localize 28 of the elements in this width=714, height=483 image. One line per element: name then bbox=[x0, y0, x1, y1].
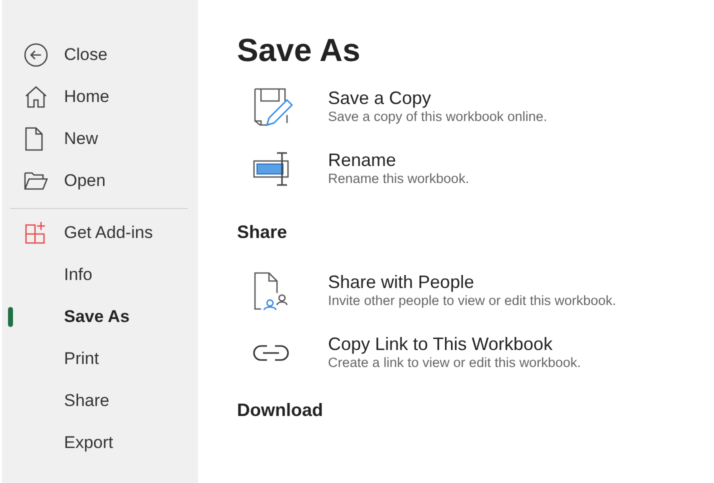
save-with-pencil-icon bbox=[253, 87, 293, 127]
document-icon bbox=[24, 127, 44, 151]
menu-item[interactable]: Open bbox=[64, 168, 106, 194]
option-title[interactable]: Copy Link to This Workbook bbox=[328, 334, 581, 354]
menu-item[interactable]: Info bbox=[64, 262, 92, 288]
link-icon bbox=[253, 343, 289, 363]
option-description: Invite other people to view or edit this workbook. bbox=[328, 292, 616, 310]
menu-item[interactable]: Print bbox=[64, 346, 99, 372]
menu-item[interactable]: Export bbox=[64, 430, 114, 456]
option-description: Save a copy of this workbook online. bbox=[328, 108, 548, 126]
option-title[interactable]: Save a Copy bbox=[328, 88, 548, 108]
option-title[interactable]: Rename bbox=[328, 150, 470, 170]
menu-item[interactable]: New bbox=[64, 126, 98, 152]
home-icon bbox=[24, 85, 48, 109]
menu-item[interactable]: Share bbox=[64, 388, 110, 414]
section-heading: Download bbox=[237, 399, 324, 422]
menu-item[interactable]: Home bbox=[64, 84, 110, 110]
option-description: Rename this workbook. bbox=[328, 170, 470, 188]
menu-item[interactable]: Close bbox=[64, 42, 108, 68]
option-description: Create a link to view or edit this workbook. bbox=[328, 354, 581, 372]
menu-item[interactable]: Get Add-ins bbox=[64, 220, 153, 246]
add-grid-icon bbox=[24, 221, 48, 245]
menu-item[interactable]: Save As bbox=[64, 304, 130, 330]
folder-icon bbox=[24, 171, 48, 191]
option-title[interactable]: Share with People bbox=[328, 272, 616, 292]
page-title: Save As bbox=[237, 31, 362, 70]
document-people-icon bbox=[253, 271, 289, 311]
section-heading: Share bbox=[237, 221, 288, 244]
